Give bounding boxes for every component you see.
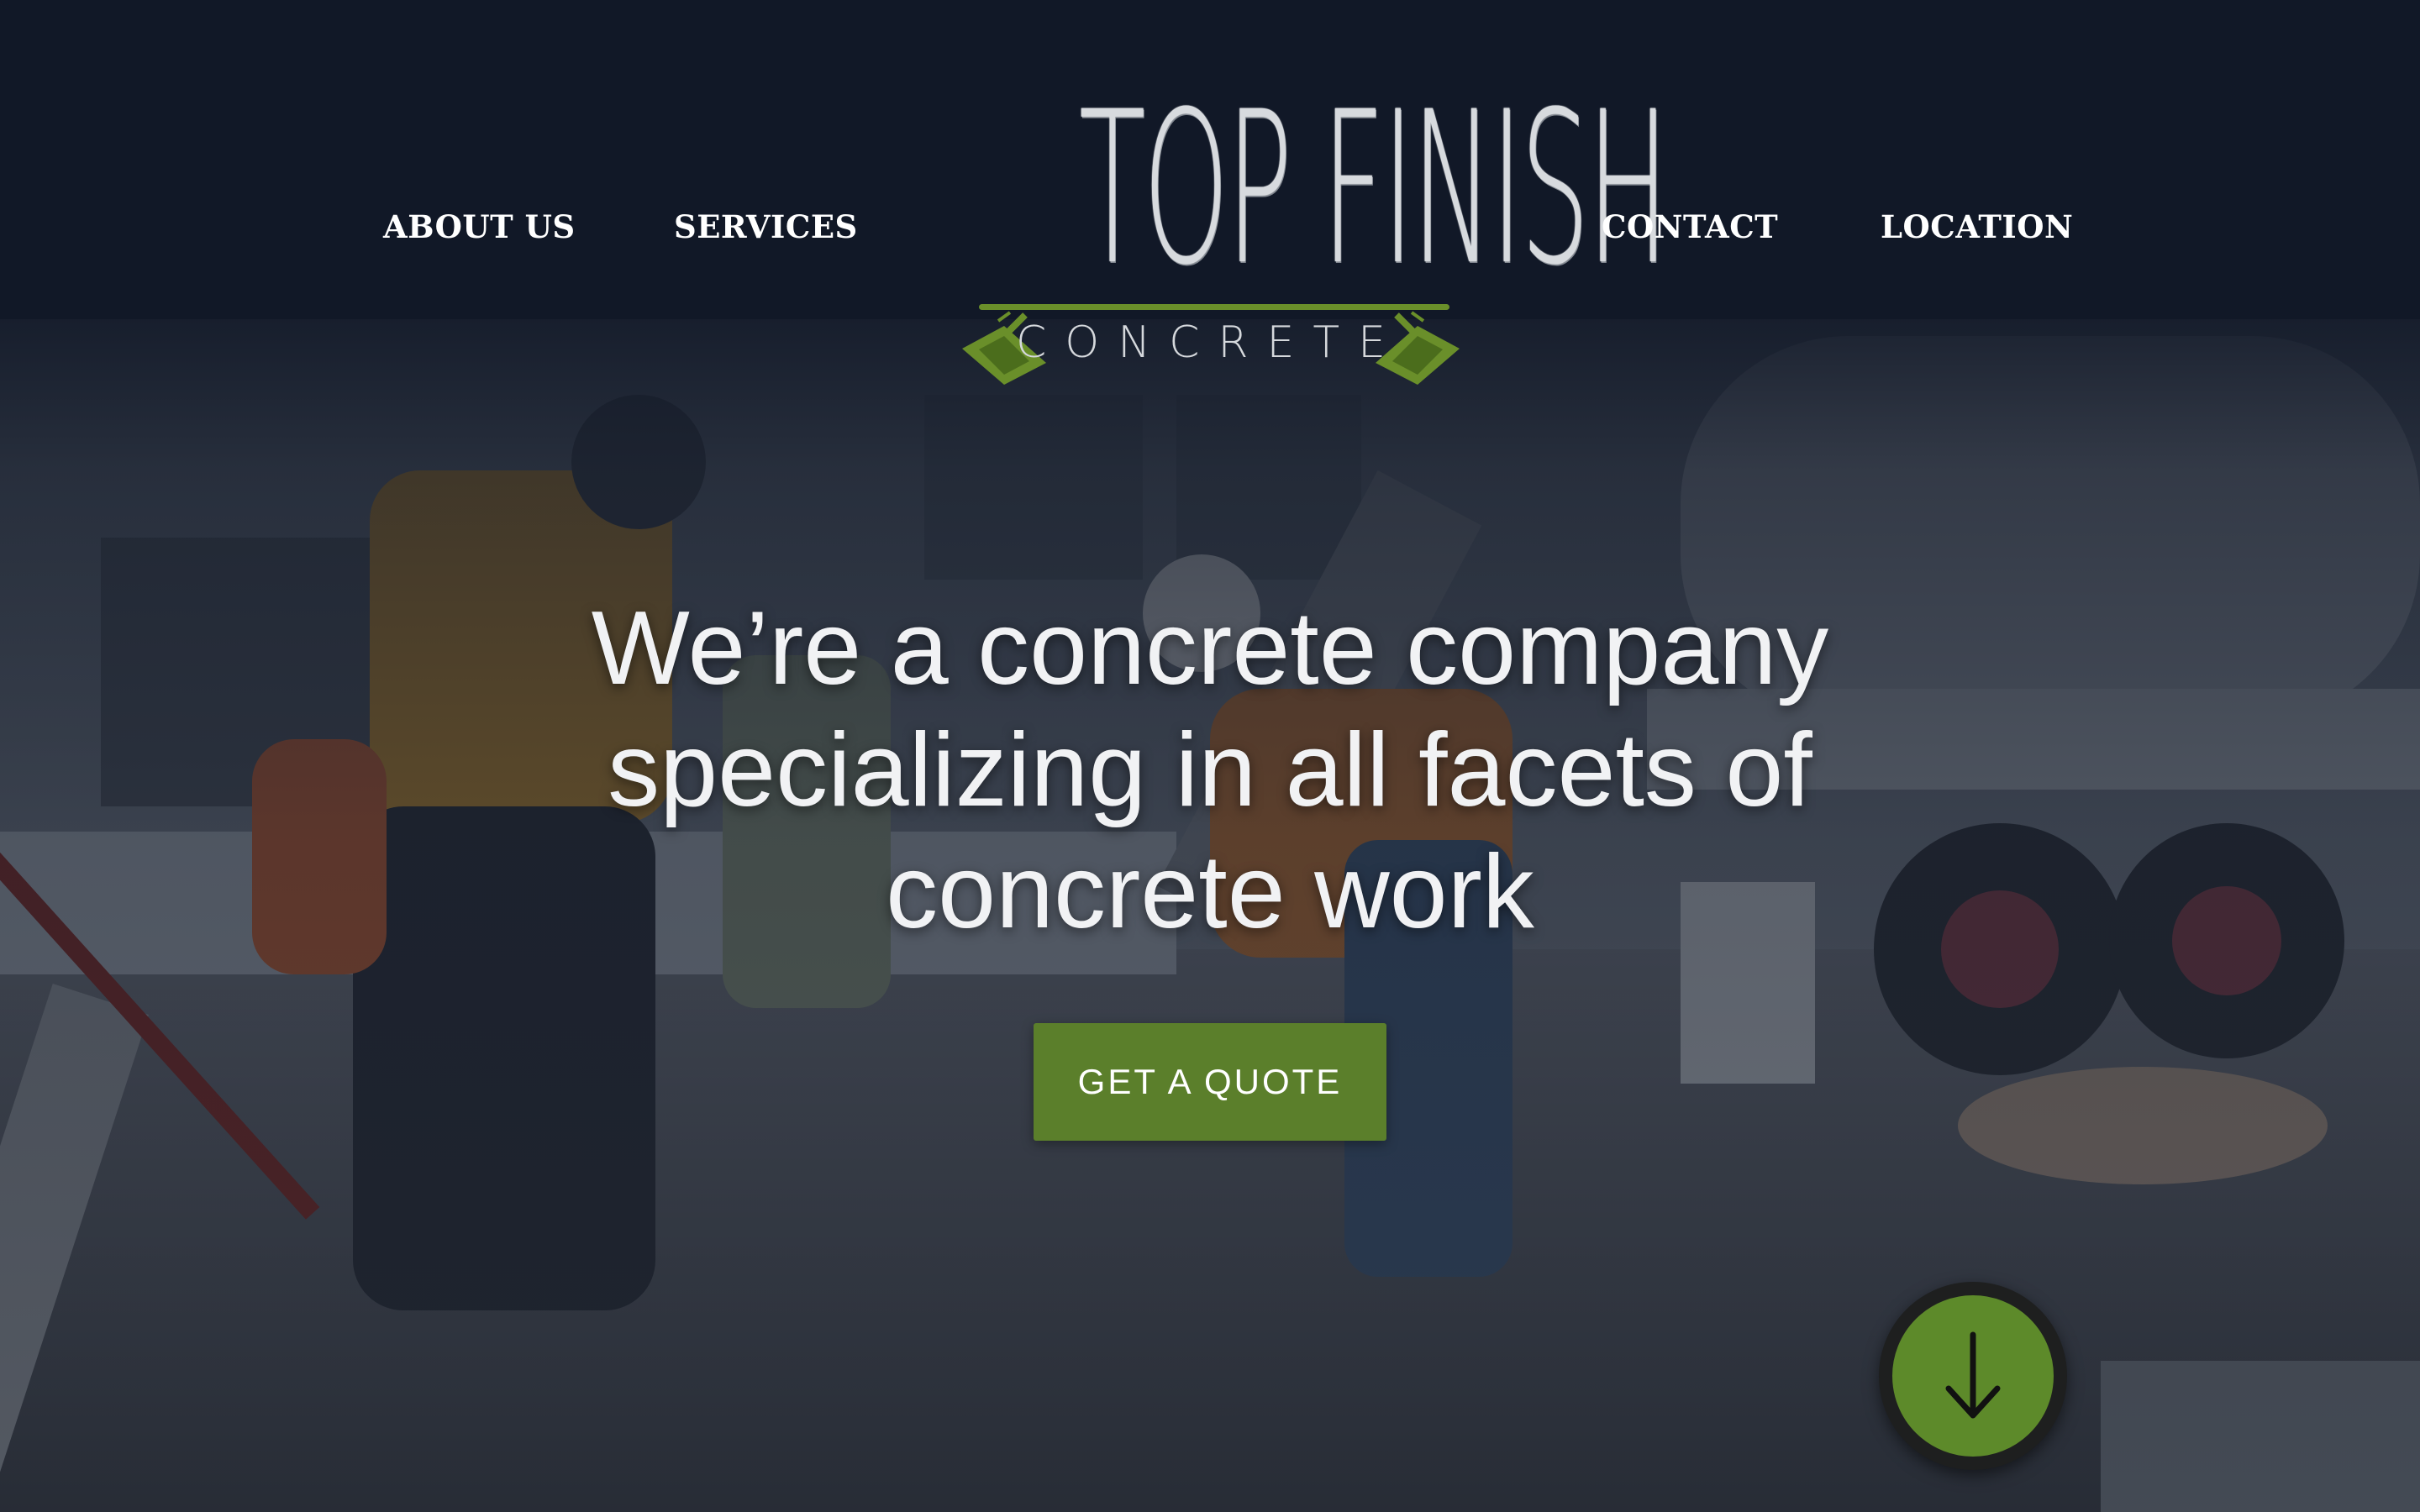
- nav-link-contact[interactable]: CONTACT: [1602, 208, 1778, 245]
- hero-section: ABOUT US SERVICES TOP FINISH CONCRETE CO…: [0, 0, 2420, 1512]
- trowel-right-icon: [1376, 311, 1460, 385]
- arrow-down-icon: [1945, 1331, 2001, 1419]
- company-logo[interactable]: TOP FINISH CONCRETE: [958, 66, 1669, 395]
- logo-title: TOP FINISH: [1079, 66, 1669, 311]
- scroll-down-button[interactable]: [1879, 1282, 2067, 1470]
- get-a-quote-button[interactable]: GET A QUOTE: [1034, 1023, 1386, 1141]
- hero-headline: We’re a concrete company specializing in…: [591, 591, 1829, 950]
- main-navigation: ABOUT US SERVICES TOP FINISH CONCRETE CO…: [0, 0, 2420, 403]
- logo-underline: [979, 304, 1449, 310]
- nav-link-services[interactable]: SERVICES: [674, 208, 858, 245]
- nav-link-location[interactable]: LOCATION: [1881, 208, 2073, 245]
- nav-link-about-us[interactable]: ABOUT US: [383, 208, 576, 245]
